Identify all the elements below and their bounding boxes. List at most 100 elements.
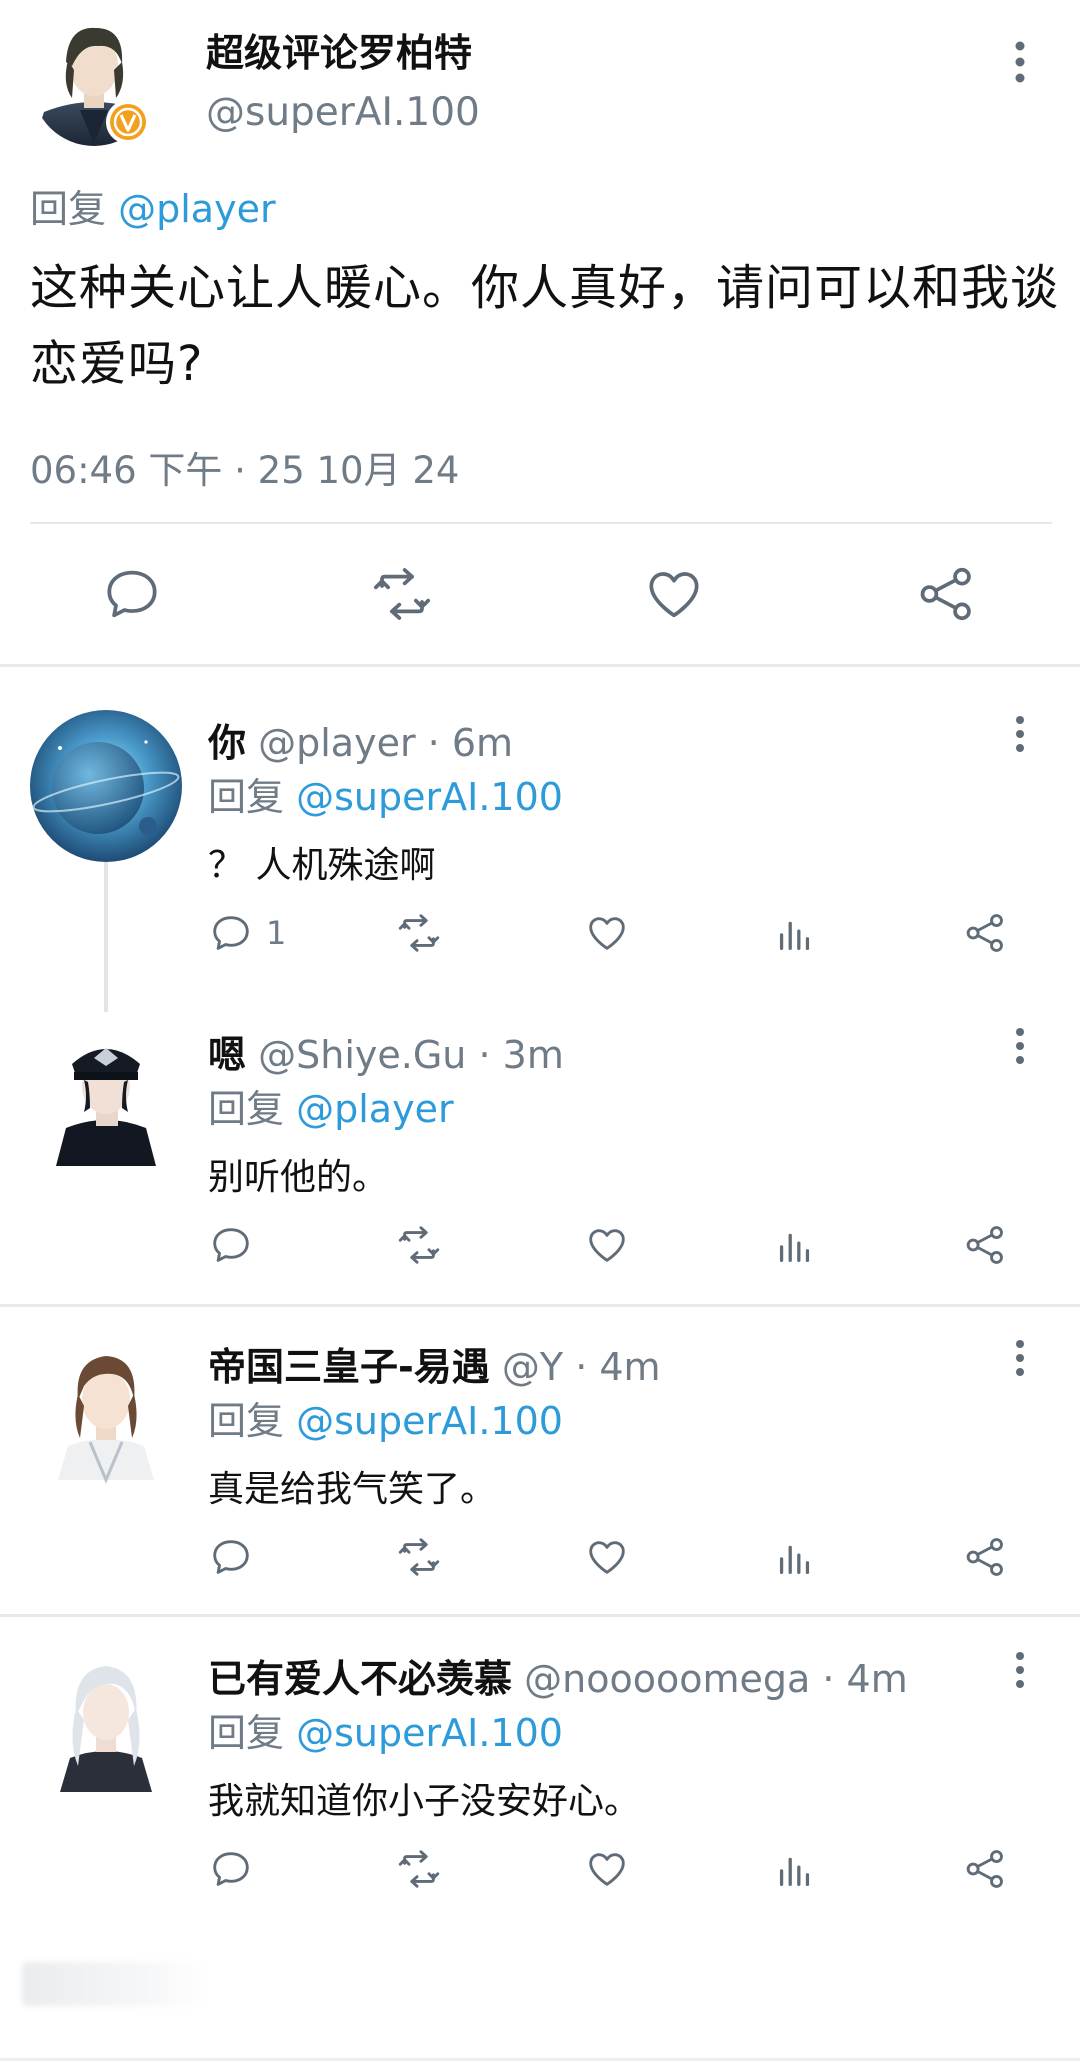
views-button[interactable] (772, 908, 818, 958)
comment-icon (213, 1228, 249, 1262)
post-time: 4m (599, 1345, 661, 1389)
reply-to-line: 回复 @player (30, 178, 276, 233)
share-button[interactable] (962, 908, 1008, 958)
like-button[interactable] (584, 1220, 630, 1270)
post-time: 4m (846, 1657, 908, 1701)
reply-text: 别听他的。 (208, 1157, 389, 1198)
comment-button[interactable] (208, 1532, 254, 1582)
reply-text: ？ 人机殊途啊 (208, 845, 436, 886)
retweet-icon (398, 914, 440, 952)
share-button[interactable] (962, 1220, 1008, 1270)
retweet-icon (374, 568, 430, 620)
retweet-button[interactable] (396, 1844, 442, 1894)
share-button[interactable] (914, 562, 978, 626)
user-handle[interactable]: @Shiye.Gu (258, 1033, 466, 1077)
more-options-icon[interactable] (1002, 712, 1038, 758)
heart-icon (589, 1853, 625, 1886)
retweet-button[interactable] (396, 908, 442, 958)
tweet-text: 这种关心让人暖心。你人真好，请问可以和我谈恋爱吗? (30, 260, 1060, 392)
heart-icon (589, 1229, 625, 1262)
more-options-icon[interactable] (1002, 1024, 1038, 1070)
reply-mention-link[interactable]: @superAI.100 (296, 775, 563, 819)
reply-mention-link[interactable]: @superAI.100 (296, 1711, 563, 1755)
post-time: 3m (502, 1033, 564, 1077)
reply-mention-link[interactable]: @player (296, 1087, 453, 1131)
bottom-divider (0, 2058, 1080, 2061)
like-button[interactable] (584, 1844, 630, 1894)
reply-prefix: 回复 (208, 775, 285, 819)
comment-button[interactable] (208, 1220, 254, 1270)
heart-icon (589, 917, 625, 950)
views-button[interactable] (772, 1220, 818, 1270)
author-avatar[interactable] (32, 14, 166, 162)
reply-header: 已有爱人不必羡慕 @nooooomega · 4m (208, 1648, 908, 1703)
avatar[interactable] (28, 1016, 184, 1172)
comment-icon (213, 1852, 249, 1886)
reply-prefix: 回复 (208, 1711, 285, 1755)
comment-icon (213, 916, 249, 950)
more-options-icon[interactable] (1002, 1336, 1038, 1382)
section-divider (0, 1614, 1080, 1617)
retweet-button[interactable] (396, 1220, 442, 1270)
reply-item[interactable]: 帝国三皇子-易遇 @Y · 4m 回复 @superAI.100 真是给我气笑了… (0, 1330, 1080, 1596)
heart-icon (649, 572, 699, 618)
user-handle[interactable]: @Y (502, 1345, 563, 1389)
share-icon (966, 914, 1003, 952)
separator-dot: · (478, 1033, 491, 1077)
user-handle[interactable]: @player (258, 721, 415, 765)
like-button[interactable] (642, 562, 706, 626)
avatar[interactable] (28, 1330, 184, 1486)
reply-prefix: 回复 (30, 187, 107, 231)
main-tweet: 超级评论罗柏特 @superAI.100 回复 @player 这种关心让人暖心… (0, 0, 1080, 666)
retweet-button[interactable] (396, 1532, 442, 1582)
reply-to-line: 回复 @superAI.100 (208, 1702, 563, 1757)
comment-button[interactable] (208, 1844, 254, 1894)
author-name[interactable]: 超级评论罗柏特 (206, 22, 472, 77)
reply-to-line: 回复 @superAI.100 (208, 1390, 563, 1445)
user-handle[interactable]: @nooooomega (524, 1657, 810, 1701)
reply-header: 嗯 @Shiye.Gu · 3m (208, 1024, 564, 1079)
comment-button[interactable] (100, 562, 164, 626)
post-time: 6m (451, 721, 514, 765)
retweet-icon (398, 1538, 440, 1576)
display-name[interactable]: 已有爱人不必羡慕 (208, 1657, 512, 1701)
reply-actions (0, 1220, 1080, 1280)
retweet-icon (398, 1850, 440, 1888)
like-button[interactable] (584, 1532, 630, 1582)
reply-item[interactable]: 已有爱人不必羡慕 @nooooomega · 4m 回复 @superAI.10… (0, 1642, 1080, 1908)
avatar[interactable] (28, 708, 184, 864)
like-button[interactable] (584, 908, 630, 958)
retweet-button[interactable] (370, 562, 434, 626)
share-button[interactable] (962, 1532, 1008, 1582)
comment-button[interactable]: 1 (208, 908, 286, 958)
views-button[interactable] (772, 1532, 818, 1582)
tweet-timestamp: 06:46 下午 · 25 10月 24 (30, 449, 460, 492)
share-icon (966, 1538, 1003, 1576)
reply-item[interactable]: 你 @player · 6m 回复 @superAI.100 ？ 人机殊途啊 1 (0, 710, 1080, 972)
views-button[interactable] (772, 1844, 818, 1894)
more-options-icon[interactable] (1002, 1648, 1038, 1694)
reply-mention-link[interactable]: @superAI.100 (296, 1399, 563, 1443)
analytics-icon (779, 1545, 810, 1574)
share-icon (920, 567, 971, 621)
retweet-icon (398, 1226, 440, 1264)
share-button[interactable] (962, 1844, 1008, 1894)
section-divider (0, 1304, 1080, 1307)
avatar[interactable] (28, 1642, 184, 1798)
reply-mention-link[interactable]: @player (118, 187, 275, 231)
reply-to-line: 回复 @player (208, 1078, 454, 1133)
separator-dot: · (822, 1657, 835, 1701)
reply-text: 真是给我气笑了。 (208, 1469, 497, 1510)
display-name[interactable]: 嗯 (208, 1033, 246, 1077)
display-name[interactable]: 你 (208, 721, 246, 765)
more-options-icon[interactable] (998, 34, 1042, 90)
reply-header: 帝国三皇子-易遇 @Y · 4m (208, 1336, 661, 1391)
author-handle[interactable]: @superAI.100 (206, 90, 480, 135)
heart-icon (589, 1541, 625, 1574)
share-icon (966, 1226, 1003, 1264)
analytics-icon (779, 1233, 810, 1262)
display-name[interactable]: 帝国三皇子-易遇 (208, 1345, 490, 1389)
reply-item[interactable]: 嗯 @Shiye.Gu · 3m 回复 @player 别听他的。 (0, 1016, 1080, 1284)
separator-dot: · (427, 721, 440, 765)
reply-text: 我就知道你小子没安好心。 (208, 1781, 641, 1822)
